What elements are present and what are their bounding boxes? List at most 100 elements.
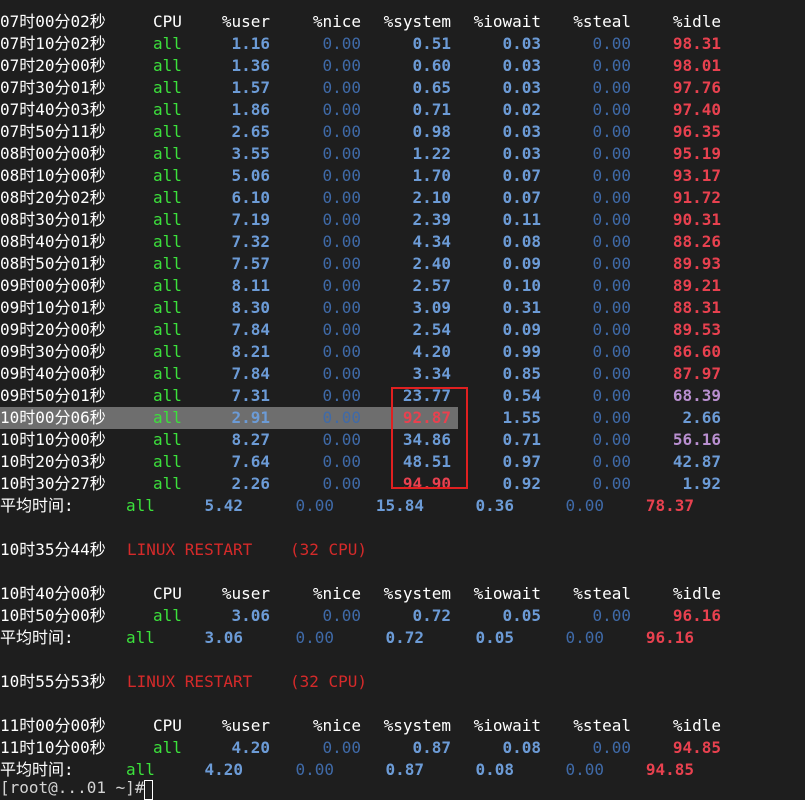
row-iowait: 0.08 bbox=[502, 738, 541, 757]
row-system: 2.54 bbox=[412, 320, 451, 339]
table-row: 09时00分00秒 all 8.11 0.00 2.57 0.10 0.00 89.21 bbox=[0, 275, 805, 297]
row-steal: 0.00 bbox=[592, 298, 631, 317]
row-system: 4.20 bbox=[412, 342, 451, 361]
row-idle: 2.66 bbox=[682, 408, 721, 427]
row-user: 7.84 bbox=[231, 364, 270, 383]
average-nice: 0.00 bbox=[295, 496, 334, 515]
table-row: 07时40分03秒 all 1.86 0.00 0.71 0.02 0.00 97.40 bbox=[0, 99, 805, 121]
row-cpu: all bbox=[153, 342, 182, 361]
header-nice: %nice bbox=[312, 716, 361, 735]
row-nice: 0.00 bbox=[322, 298, 361, 317]
header-cpu: CPU bbox=[153, 12, 182, 31]
row-cpu: all bbox=[153, 276, 182, 295]
row-user: 7.19 bbox=[231, 210, 270, 229]
restart-label: LINUX RESTART bbox=[127, 540, 253, 559]
row-system: 2.10 bbox=[412, 188, 451, 207]
row-time: 08时50分01秒 bbox=[0, 254, 106, 273]
row-iowait: 0.85 bbox=[502, 364, 541, 383]
table-row: 11时10分00秒 all 4.20 0.00 0.87 0.08 0.00 9… bbox=[0, 737, 805, 759]
row-time: 10时50分00秒 bbox=[0, 606, 106, 625]
header-user: %user bbox=[221, 716, 270, 735]
row-system: 0.72 bbox=[412, 606, 451, 625]
row-nice: 0.00 bbox=[322, 188, 361, 207]
average-idle: 96.16 bbox=[645, 628, 694, 647]
table-row: 07时30分01秒 all 1.57 0.00 0.65 0.03 0.00 97.76 bbox=[0, 77, 805, 99]
row-steal: 0.00 bbox=[592, 34, 631, 53]
row-steal: 0.00 bbox=[592, 320, 631, 339]
average-row: 平均时间: all 3.06 0.00 0.72 0.05 0.00 96.16 bbox=[0, 627, 805, 649]
table-row: 08时20分02秒 all 6.10 0.00 2.10 0.07 0.00 91.72 bbox=[0, 187, 805, 209]
row-steal: 0.00 bbox=[592, 122, 631, 141]
row-iowait: 0.71 bbox=[502, 430, 541, 449]
restart-time: 10时55分53秒 bbox=[0, 672, 106, 691]
row-system: 3.09 bbox=[412, 298, 451, 317]
row-cpu: all bbox=[153, 166, 182, 185]
row-nice: 0.00 bbox=[322, 474, 361, 493]
row-steal: 0.00 bbox=[592, 232, 631, 251]
row-iowait: 0.03 bbox=[502, 144, 541, 163]
average-system: 15.84 bbox=[375, 496, 424, 515]
table-row: 10时50分00秒 all 3.06 0.00 0.72 0.05 0.00 9… bbox=[0, 605, 805, 627]
shell-prompt[interactable]: [root@...01 ~]# bbox=[0, 778, 154, 797]
row-idle: 98.01 bbox=[672, 56, 721, 75]
row-time: 10时30分27秒 bbox=[0, 474, 106, 493]
row-steal: 0.00 bbox=[592, 430, 631, 449]
row-system: 0.60 bbox=[412, 56, 451, 75]
row-idle: 91.72 bbox=[672, 188, 721, 207]
row-iowait: 0.03 bbox=[502, 56, 541, 75]
row-cpu: all bbox=[153, 254, 182, 273]
row-user: 3.06 bbox=[231, 606, 270, 625]
row-user: 3.55 bbox=[231, 144, 270, 163]
restart-row: 10时35分44秒 LINUX RESTART (32 CPU) bbox=[0, 539, 805, 561]
row-cpu: all bbox=[153, 34, 182, 53]
row-cpu: all bbox=[153, 320, 182, 339]
row-time: 08时40分01秒 bbox=[0, 232, 106, 251]
row-cpu: all bbox=[153, 606, 182, 625]
row-idle: 86.60 bbox=[672, 342, 721, 361]
row-iowait: 1.55 bbox=[502, 408, 541, 427]
row-system: 2.39 bbox=[412, 210, 451, 229]
average-nice: 0.00 bbox=[295, 628, 334, 647]
row-time: 09时40分00秒 bbox=[0, 364, 106, 383]
row-time: 09时50分01秒 bbox=[0, 386, 106, 405]
row-user: 7.64 bbox=[231, 452, 270, 471]
row-idle: 97.76 bbox=[672, 78, 721, 97]
average-steal: 0.00 bbox=[565, 760, 604, 779]
row-user: 8.27 bbox=[231, 430, 270, 449]
row-system: 3.34 bbox=[412, 364, 451, 383]
row-time: 07时20分00秒 bbox=[0, 56, 106, 75]
average-cpu: all bbox=[126, 496, 155, 515]
header-system: %system bbox=[383, 584, 451, 603]
row-iowait: 0.08 bbox=[502, 232, 541, 251]
row-user: 1.36 bbox=[231, 56, 270, 75]
row-user: 7.84 bbox=[231, 320, 270, 339]
row-idle: 94.85 bbox=[672, 738, 721, 757]
row-iowait: 0.31 bbox=[502, 298, 541, 317]
header-user: %user bbox=[221, 12, 270, 31]
terminal-window[interactable]: 07时00分02秒 CPU %user %nice %system %iowai… bbox=[0, 0, 805, 800]
row-cpu: all bbox=[153, 298, 182, 317]
row-iowait: 0.07 bbox=[502, 188, 541, 207]
row-nice: 0.00 bbox=[322, 254, 361, 273]
row-user: 7.32 bbox=[231, 232, 270, 251]
row-steal: 0.00 bbox=[592, 364, 631, 383]
row-iowait: 0.05 bbox=[502, 606, 541, 625]
row-iowait: 0.03 bbox=[502, 122, 541, 141]
row-nice: 0.00 bbox=[322, 34, 361, 53]
row-nice: 0.00 bbox=[322, 166, 361, 185]
average-steal: 0.00 bbox=[565, 496, 604, 515]
row-steal: 0.00 bbox=[592, 408, 631, 427]
row-cpu: all bbox=[153, 100, 182, 119]
restart-label: LINUX RESTART bbox=[127, 672, 253, 691]
row-cpu: all bbox=[153, 56, 182, 75]
average-user: 3.06 bbox=[204, 628, 243, 647]
row-user: 1.86 bbox=[231, 100, 270, 119]
row-time: 08时10分00秒 bbox=[0, 166, 106, 185]
row-nice: 0.00 bbox=[322, 320, 361, 339]
row-system: 0.71 bbox=[412, 100, 451, 119]
row-user: 6.10 bbox=[231, 188, 270, 207]
row-time: 08时30分01秒 bbox=[0, 210, 106, 229]
row-system: 2.40 bbox=[412, 254, 451, 273]
header-nice: %nice bbox=[312, 584, 361, 603]
row-system: 0.65 bbox=[412, 78, 451, 97]
